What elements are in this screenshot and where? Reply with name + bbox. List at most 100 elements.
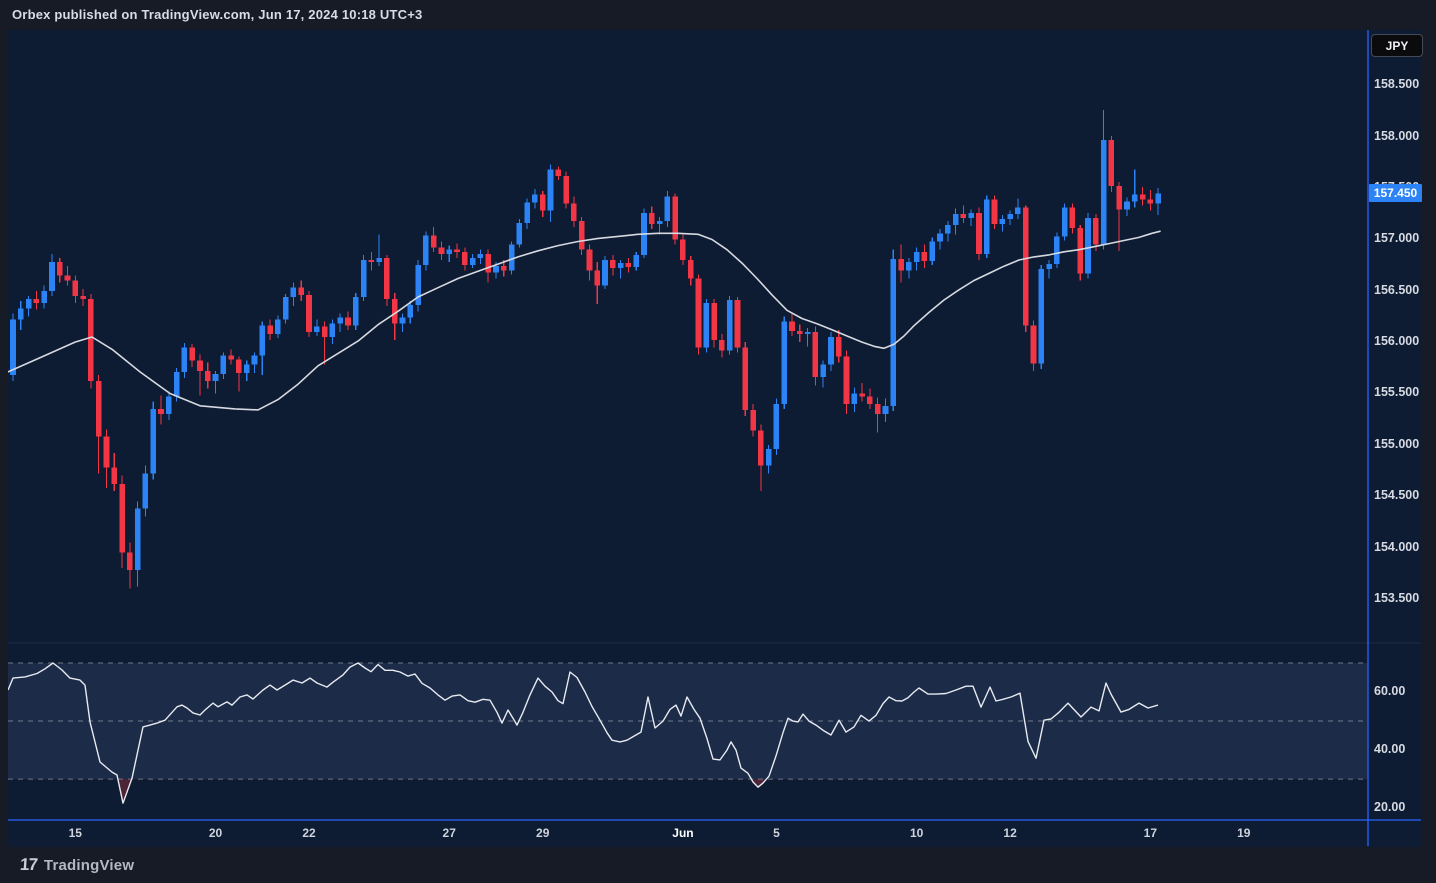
candle-body: [1140, 194, 1146, 199]
candle-body: [1085, 218, 1091, 273]
candle-body: [423, 235, 429, 265]
tradingview-logo-icon: 17: [19, 855, 37, 875]
candle-body: [41, 291, 47, 303]
candle-body: [400, 318, 406, 324]
chart-canvas[interactable]: [8, 30, 1422, 847]
candle-body: [49, 262, 55, 291]
candle-body: [556, 170, 562, 176]
rsi-tick-label: 60.00: [1374, 684, 1428, 698]
candle-body: [610, 260, 616, 268]
candle-body: [680, 239, 686, 260]
candle-body: [10, 320, 16, 375]
price-tick-label: 153.500: [1374, 591, 1428, 605]
candle-body: [1155, 193, 1161, 203]
tradingview-logo[interactable]: 17 TradingView: [20, 855, 134, 875]
candle-body: [890, 259, 896, 406]
candle-body: [602, 260, 608, 286]
candle-body: [493, 266, 499, 272]
candle-body: [594, 270, 600, 285]
rsi-tick-label: 20.00: [1374, 800, 1428, 814]
price-tick-label: 156.000: [1374, 334, 1428, 348]
candle-body: [688, 260, 694, 278]
candle-body: [275, 320, 281, 334]
price-tick-label: 158.500: [1374, 77, 1428, 91]
candle-body: [945, 225, 951, 233]
candle-body: [57, 262, 63, 275]
candle-body: [805, 332, 811, 334]
price-tick-label: 158.000: [1374, 129, 1428, 143]
header-bar: Orbex published on TradingView.com, Jun …: [0, 0, 1436, 30]
candle-body: [446, 250, 452, 254]
candle-body: [244, 365, 250, 373]
price-tick-label: 155.500: [1374, 385, 1428, 399]
candle-body: [1062, 208, 1068, 237]
candle-body: [345, 318, 351, 326]
candle-body: [626, 263, 632, 267]
time-tick-label: 27: [427, 826, 471, 840]
candle-body: [478, 254, 484, 258]
candle-body: [766, 449, 772, 465]
candle-body: [306, 295, 312, 332]
candle-body: [322, 327, 328, 337]
candle-body: [727, 300, 733, 350]
candle-body: [361, 260, 367, 297]
candle-body: [283, 297, 289, 320]
candle-body: [922, 252, 928, 261]
price-tick-label: 154.500: [1374, 488, 1428, 502]
currency-button[interactable]: JPY: [1371, 34, 1423, 57]
candle-body: [182, 347, 188, 372]
candle-body: [189, 347, 195, 360]
candle-body: [1023, 208, 1029, 326]
candle-body: [859, 393, 865, 396]
candle-body: [174, 372, 180, 397]
candle-body: [797, 331, 803, 334]
candle-body: [735, 300, 741, 347]
candle-body: [548, 170, 554, 211]
candle-body: [524, 203, 530, 224]
candle-body: [1077, 228, 1083, 273]
candle-body: [1038, 269, 1044, 363]
candle-body: [135, 508, 141, 570]
candle-body: [407, 305, 413, 317]
candle-body: [883, 406, 889, 414]
candle-body: [914, 252, 920, 262]
candle-body: [143, 474, 149, 509]
time-tick-label: 22: [287, 826, 331, 840]
candle-body: [618, 263, 624, 268]
candle-body: [704, 303, 710, 347]
candle-body: [976, 213, 982, 254]
candle-body: [96, 381, 102, 436]
candle-body: [961, 214, 967, 218]
candle-body: [1093, 218, 1099, 245]
candle-body: [571, 204, 577, 221]
candle-body: [454, 250, 460, 252]
candle-body: [384, 258, 390, 299]
candle-body: [929, 242, 935, 262]
candle-body: [937, 233, 943, 241]
candle-body: [470, 258, 476, 265]
time-tick-label: 12: [988, 826, 1032, 840]
candle-body: [587, 250, 593, 271]
candle-body: [813, 332, 819, 377]
candle-body: [750, 410, 756, 431]
candle-body: [291, 288, 297, 297]
chart-widget: 158.500158.000157.500157.000156.500156.0…: [8, 30, 1422, 847]
candle-body: [968, 213, 974, 218]
candle-body: [649, 213, 655, 224]
time-tick-label: 19: [1222, 826, 1266, 840]
candle-body: [1031, 326, 1037, 364]
candle-body: [844, 357, 850, 404]
candle-body: [252, 355, 258, 364]
candle-body: [259, 326, 265, 356]
candle-body: [540, 194, 546, 210]
time-tick-label: 20: [194, 826, 238, 840]
candle-body: [1000, 219, 1006, 224]
candle-body: [111, 467, 117, 483]
candle-body: [867, 397, 873, 404]
candle-body: [65, 275, 71, 280]
candle-body: [836, 337, 842, 357]
candle-body: [197, 361, 203, 371]
candle-body: [431, 235, 437, 247]
candle-body: [298, 288, 304, 295]
time-tick-label: 10: [895, 826, 939, 840]
